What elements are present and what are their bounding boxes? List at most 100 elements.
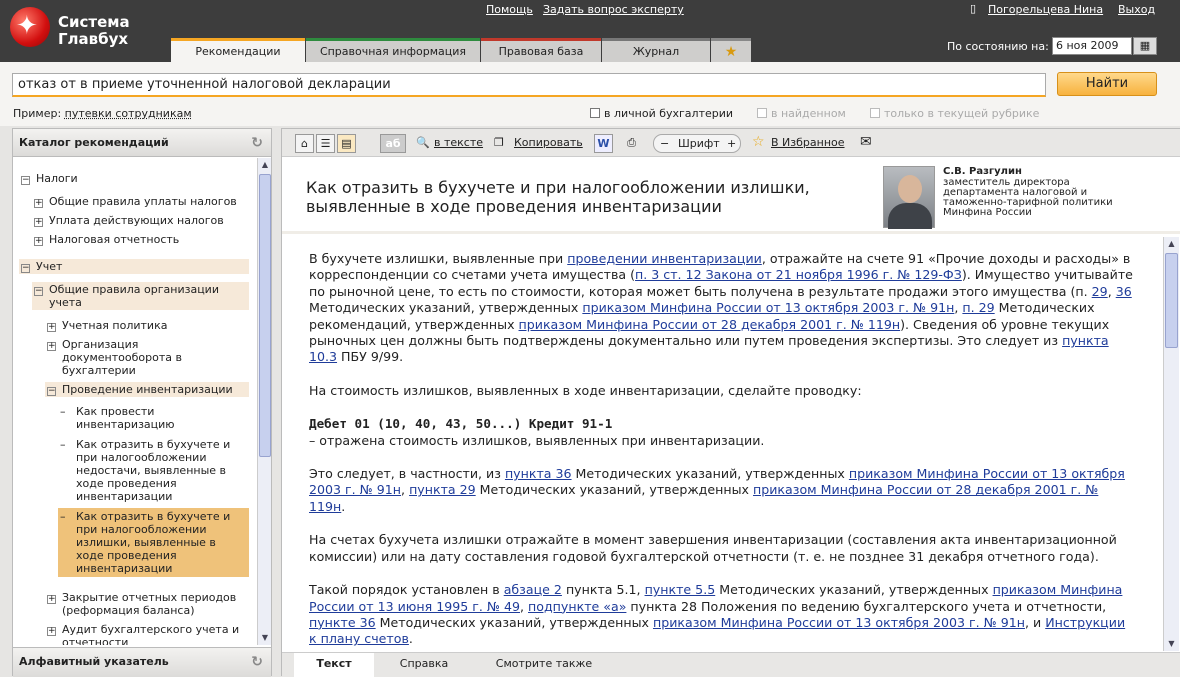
tree-item[interactable]: + Учетная политика [47, 319, 247, 332]
law-reference-link[interactable]: п. 3 ст. 12 Закона от 21 ноября 1996 г. … [635, 267, 962, 282]
scroll-down-icon[interactable]: ▼ [258, 631, 272, 645]
law-reference-link[interactable]: подпункте «а» [528, 599, 626, 614]
favorites-star-icon[interactable]: ★ [711, 38, 751, 62]
posting-description: – отражена стоимость излишков, выявленны… [309, 432, 765, 448]
refresh-icon[interactable]: ↻ [251, 648, 263, 676]
tree-item[interactable]: + Закрытие отчетных периодов (реформация … [47, 591, 247, 617]
copy-link[interactable]: Копировать [514, 134, 583, 153]
logo-star-icon: ✦ [16, 11, 38, 41]
expand-icon[interactable]: + [34, 237, 43, 246]
ask-expert-link[interactable]: Задать вопрос эксперту [543, 3, 684, 16]
law-reference-link[interactable]: приказом Минфина России от 13 октября 20… [582, 300, 954, 315]
tree-item[interactable]: − Налоги [21, 172, 249, 185]
law-reference-link[interactable]: проведении инвентаризации [567, 251, 762, 266]
law-reference-link[interactable]: приказом Минфина России от 28 декабря 20… [519, 317, 901, 332]
document-icon[interactable]: ▤ [337, 134, 356, 153]
ab-button[interactable]: аб [380, 134, 406, 153]
law-reference-link[interactable]: 36 [1116, 284, 1132, 299]
law-reference-link[interactable]: 29 [1092, 284, 1108, 299]
checkbox-box[interactable] [590, 108, 600, 118]
tab-legal-base[interactable]: Правовая база [481, 38, 601, 62]
paragraph-text: Это следует, в частности, из [309, 466, 505, 482]
paragraph-text: , [1107, 283, 1116, 299]
expand-icon[interactable]: + [47, 323, 56, 332]
checkbox-label: в личной бухгалтерии [604, 107, 734, 120]
scroll-thumb[interactable] [259, 174, 271, 457]
collapse-icon[interactable]: − [21, 176, 30, 185]
tree-item[interactable]: + Уплата действующих налогов [34, 214, 249, 227]
tab-see-also[interactable]: Смотрите также [474, 653, 614, 677]
font-label: Шрифт [678, 137, 720, 150]
alpha-index-header[interactable]: Алфавитный указатель ↻ [13, 647, 271, 677]
checkbox-personal[interactable]: в личной бухгалтерии [590, 107, 733, 120]
paragraph-text: Методических указаний, утвержденных [309, 300, 583, 316]
law-reference-link[interactable]: пункте 5.5 [645, 582, 716, 597]
scroll-down-icon[interactable]: ▼ [1164, 637, 1179, 651]
collapse-icon[interactable]: − [47, 387, 56, 396]
scroll-up-icon[interactable]: ▲ [1164, 237, 1179, 251]
example-link[interactable]: путевки сотрудникам [65, 107, 192, 120]
tab-info[interactable]: Справка [374, 653, 474, 677]
tree-item-selected[interactable]: – Как отразить в бухучете и при налогообл… [58, 508, 249, 577]
law-reference-link[interactable]: приказом Минфина России от 13 октября 20… [653, 615, 1025, 630]
paragraph-5: Такой порядок установлен в абзаце 2 пунк… [309, 582, 1136, 648]
scroll-thumb[interactable] [1165, 253, 1178, 348]
tree-item[interactable]: + Налоговая отчетность [34, 233, 249, 246]
tree-item[interactable]: + Организация документооборота в бухгалте… [47, 338, 227, 377]
print-icon[interactable]: ⎙ [622, 134, 641, 153]
collapse-icon[interactable]: − [21, 264, 30, 273]
app-logo-text: Система Главбух [58, 14, 148, 48]
law-reference-link[interactable]: абзаце 2 [504, 582, 562, 597]
collapse-icon[interactable]: − [34, 287, 43, 296]
checkbox-in-found[interactable]: в найденном [757, 107, 846, 120]
expand-icon[interactable]: + [34, 218, 43, 227]
search-input[interactable]: отказ от в приеме уточненной налоговой д… [12, 73, 1046, 97]
tree-item[interactable]: – Как провести инвентаризацию [60, 405, 240, 431]
law-reference-link[interactable]: пункта 29 [409, 482, 476, 497]
document-toolbar: ⌂ ☰ ▤ аб 🔍 в тексте ❐ Копировать W ⎙ − Ш… [282, 129, 1180, 157]
font-decrease-button[interactable]: − [660, 135, 669, 152]
list-icon[interactable]: ☰ [316, 134, 335, 153]
calendar-icon[interactable]: ▦ [1133, 37, 1157, 55]
tab-text[interactable]: Текст [294, 653, 374, 677]
law-reference-link[interactable]: пункте 36 [309, 615, 376, 630]
expand-icon[interactable]: + [47, 595, 56, 604]
tree-item[interactable]: – Как отразить в бухучете и при налогообл… [60, 438, 240, 503]
date-input[interactable]: 6 ноя 2009 [1052, 37, 1132, 55]
add-favorites-link[interactable]: В Избранное [771, 134, 845, 153]
help-link[interactable]: Помощь [486, 3, 533, 16]
tab-recommendations[interactable]: Рекомендации [171, 38, 305, 62]
law-reference-link[interactable]: п. 29 [962, 300, 994, 315]
tree-item[interactable]: − Проведение инвентаризации [45, 382, 249, 397]
paragraph-text: . [408, 631, 413, 647]
font-increase-button[interactable]: + [727, 135, 736, 152]
logo-line2: Главбух [58, 30, 129, 48]
scroll-up-icon[interactable]: ▲ [258, 158, 272, 172]
tab-reference[interactable]: Справочная информация [306, 38, 480, 62]
checkbox-box[interactable] [870, 108, 880, 118]
find-button[interactable]: Найти [1057, 72, 1157, 96]
expand-icon[interactable]: + [34, 199, 43, 208]
checkbox-current-rubric[interactable]: только в текущей рубрике [870, 107, 1039, 120]
content-scrollbar[interactable]: ▲ ▼ [1163, 237, 1179, 651]
catalog-scrollbar[interactable]: ▲ ▼ [257, 158, 271, 645]
leaf-dash: – [60, 438, 66, 451]
expand-icon[interactable]: + [47, 627, 56, 636]
search-in-text-link[interactable]: в тексте [434, 134, 483, 153]
tree-item[interactable]: + Общие правила уплаты налогов [34, 195, 249, 208]
paragraph-3: Это следует, в частности, из пункта 36 М… [309, 466, 1136, 515]
home-icon[interactable]: ⌂ [295, 134, 314, 153]
law-reference-link[interactable]: пункта 36 [505, 466, 572, 481]
exit-link[interactable]: Выход [1118, 3, 1155, 16]
expand-icon[interactable]: + [47, 342, 56, 351]
checkbox-box[interactable] [757, 108, 767, 118]
tree-item[interactable]: + Аудит бухгалтерского учета и отчетности [47, 623, 247, 645]
user-link[interactable]: Погорельцева Нина [988, 3, 1103, 16]
tree-item[interactable]: − Учет [19, 259, 249, 274]
tab-journal[interactable]: Журнал [602, 38, 710, 62]
refresh-icon[interactable]: ↻ [251, 129, 263, 157]
tree-item[interactable]: − Общие правила организации учета [32, 282, 249, 310]
article-content: В бухучете излишки, выявленные при прове… [282, 237, 1162, 651]
word-icon[interactable]: W [594, 134, 613, 153]
mail-icon[interactable]: ✉ [860, 134, 872, 153]
